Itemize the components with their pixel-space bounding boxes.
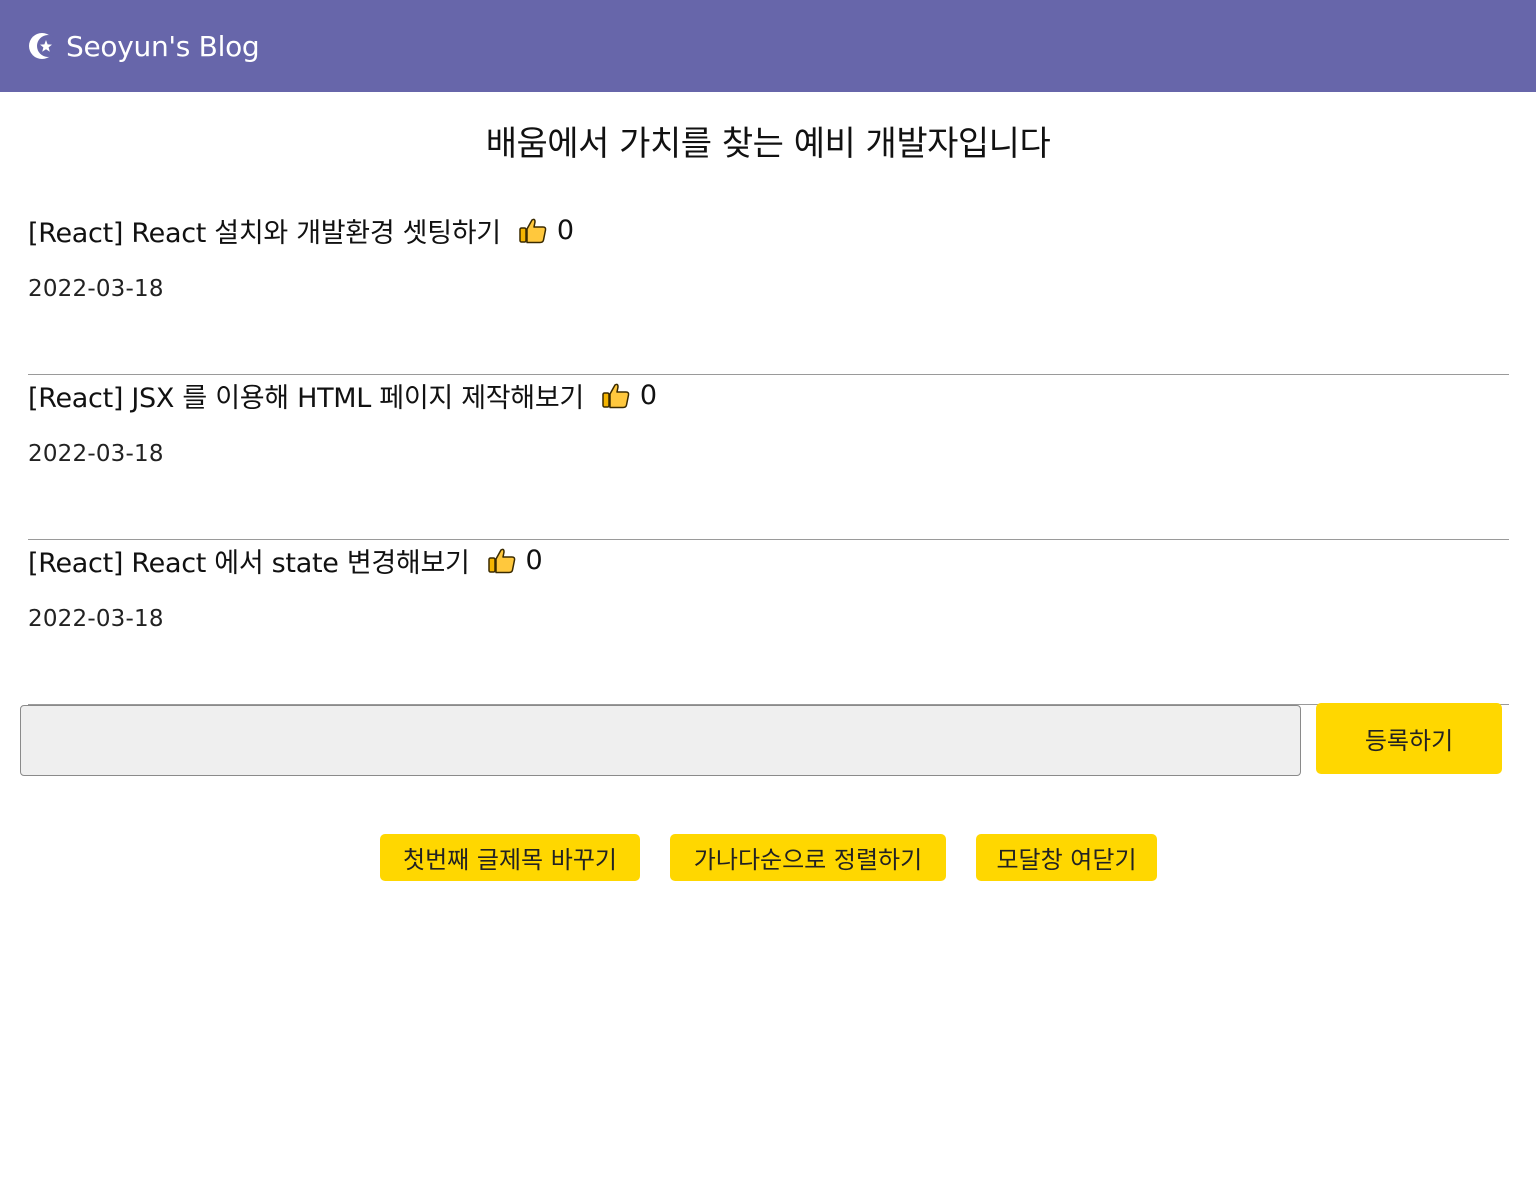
post-item: [React] React 설치와 개발환경 셋팅하기 0 2022-03-18 <box>28 210 1509 375</box>
post-date: 2022-03-18 <box>28 276 164 302</box>
post-item: [React] React 에서 state 변경해보기 0 2022-03-1… <box>28 540 1509 705</box>
post-title[interactable]: [React] React 설치와 개발환경 셋팅하기 <box>28 211 501 250</box>
sort-alphabetical-button[interactable]: 가나다순으로 정렬하기 <box>670 834 946 881</box>
like-count: 0 <box>639 379 658 411</box>
navbar: Seoyun's Blog <box>0 0 1536 92</box>
post-title[interactable]: [React] React 에서 state 변경해보기 <box>28 541 470 580</box>
brand-title: Seoyun's Blog <box>66 29 260 63</box>
post-date: 2022-03-18 <box>28 441 164 467</box>
thumbs-up-icon[interactable] <box>517 214 549 246</box>
post-title-input[interactable] <box>20 705 1301 776</box>
toggle-modal-button[interactable]: 모달창 여닫기 <box>976 834 1157 881</box>
page-headline: 배움에서 가치를 찾는 예비 개발자입니다 <box>485 124 1051 164</box>
post-title[interactable]: [React] JSX 를 이용해 HTML 페이지 제작해보기 <box>28 376 584 415</box>
like-count: 0 <box>525 544 543 576</box>
change-first-title-button[interactable]: 첫번째 글제목 바꾸기 <box>380 834 640 881</box>
like-count: 0 <box>556 214 574 246</box>
post-date: 2022-03-18 <box>28 606 164 632</box>
post-item: [React] JSX 를 이용해 HTML 페이지 제작해보기 0 2022-… <box>28 375 1509 540</box>
thumbs-up-icon[interactable] <box>486 544 518 576</box>
new-post-form: 등록하기 <box>20 703 1502 776</box>
brand[interactable]: Seoyun's Blog <box>26 29 260 63</box>
submit-button[interactable]: 등록하기 <box>1316 703 1502 774</box>
thumbs-up-icon[interactable] <box>600 379 632 411</box>
post-title-row: [React] JSX 를 이용해 HTML 페이지 제작해보기 0 <box>28 375 657 415</box>
moon-star-icon <box>26 29 60 63</box>
post-title-row: [React] React 설치와 개발환경 셋팅하기 0 <box>28 210 574 250</box>
post-title-row: [React] React 에서 state 변경해보기 0 <box>28 540 543 580</box>
